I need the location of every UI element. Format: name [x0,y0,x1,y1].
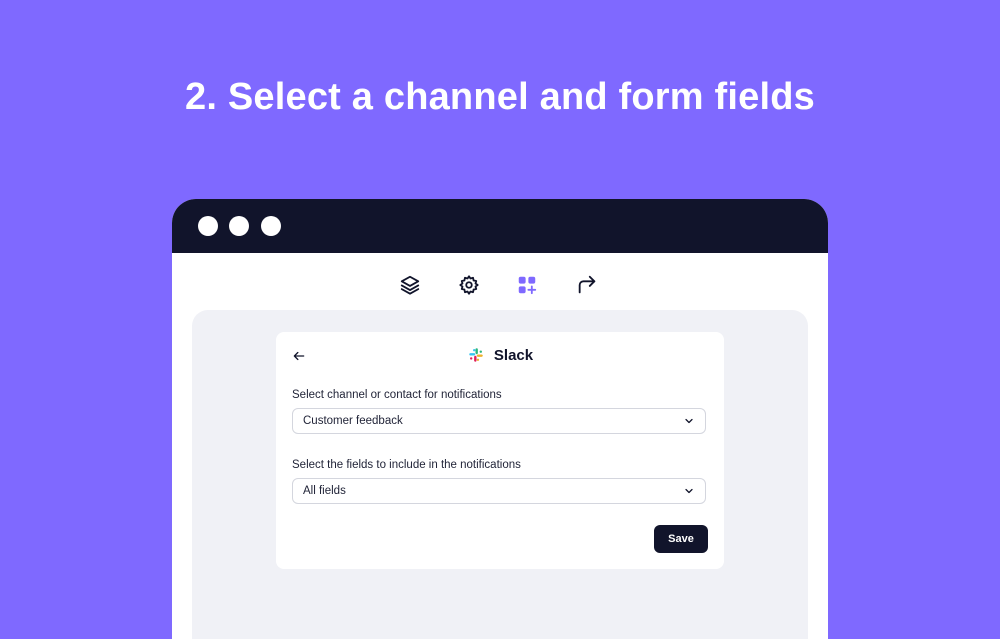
channel-select[interactable]: Customer feedback [292,408,706,434]
save-button[interactable]: Save [654,525,708,553]
channel-label: Select channel or contact for notificati… [292,389,502,401]
toolbar-settings-button[interactable] [457,273,481,297]
content-canvas: Slack Select channel or contact for noti… [192,310,808,639]
window-control-dot[interactable] [198,216,218,236]
slack-settings-card: Slack Select channel or contact for noti… [276,332,724,569]
apps-add-icon [518,276,537,295]
gear-icon [459,275,479,295]
card-header: Slack [276,346,724,364]
layers-icon [400,275,420,295]
toolbar-integrations-button[interactable] [515,273,539,297]
card-title: Slack [493,346,534,364]
slack-logo-icon [469,348,483,362]
toolbar [172,253,828,310]
toolbar-layers-button[interactable] [398,273,422,297]
fields-select[interactable]: All fields [292,478,706,504]
page-headline: 2. Select a channel and form fields [185,76,815,118]
chevron-down-icon [685,418,693,424]
window-control-dot[interactable] [229,216,249,236]
app-window: Slack Select channel or contact for noti… [172,199,828,639]
window-control-dot[interactable] [261,216,281,236]
toolbar-share-button[interactable] [575,273,599,297]
share-arrow-icon [578,275,596,294]
fields-label: Select the fields to include in the noti… [292,459,521,471]
window-titlebar [172,199,828,253]
channel-select-value: Customer feedback [303,415,403,427]
fields-select-value: All fields [303,485,346,497]
chevron-down-icon [685,488,693,494]
